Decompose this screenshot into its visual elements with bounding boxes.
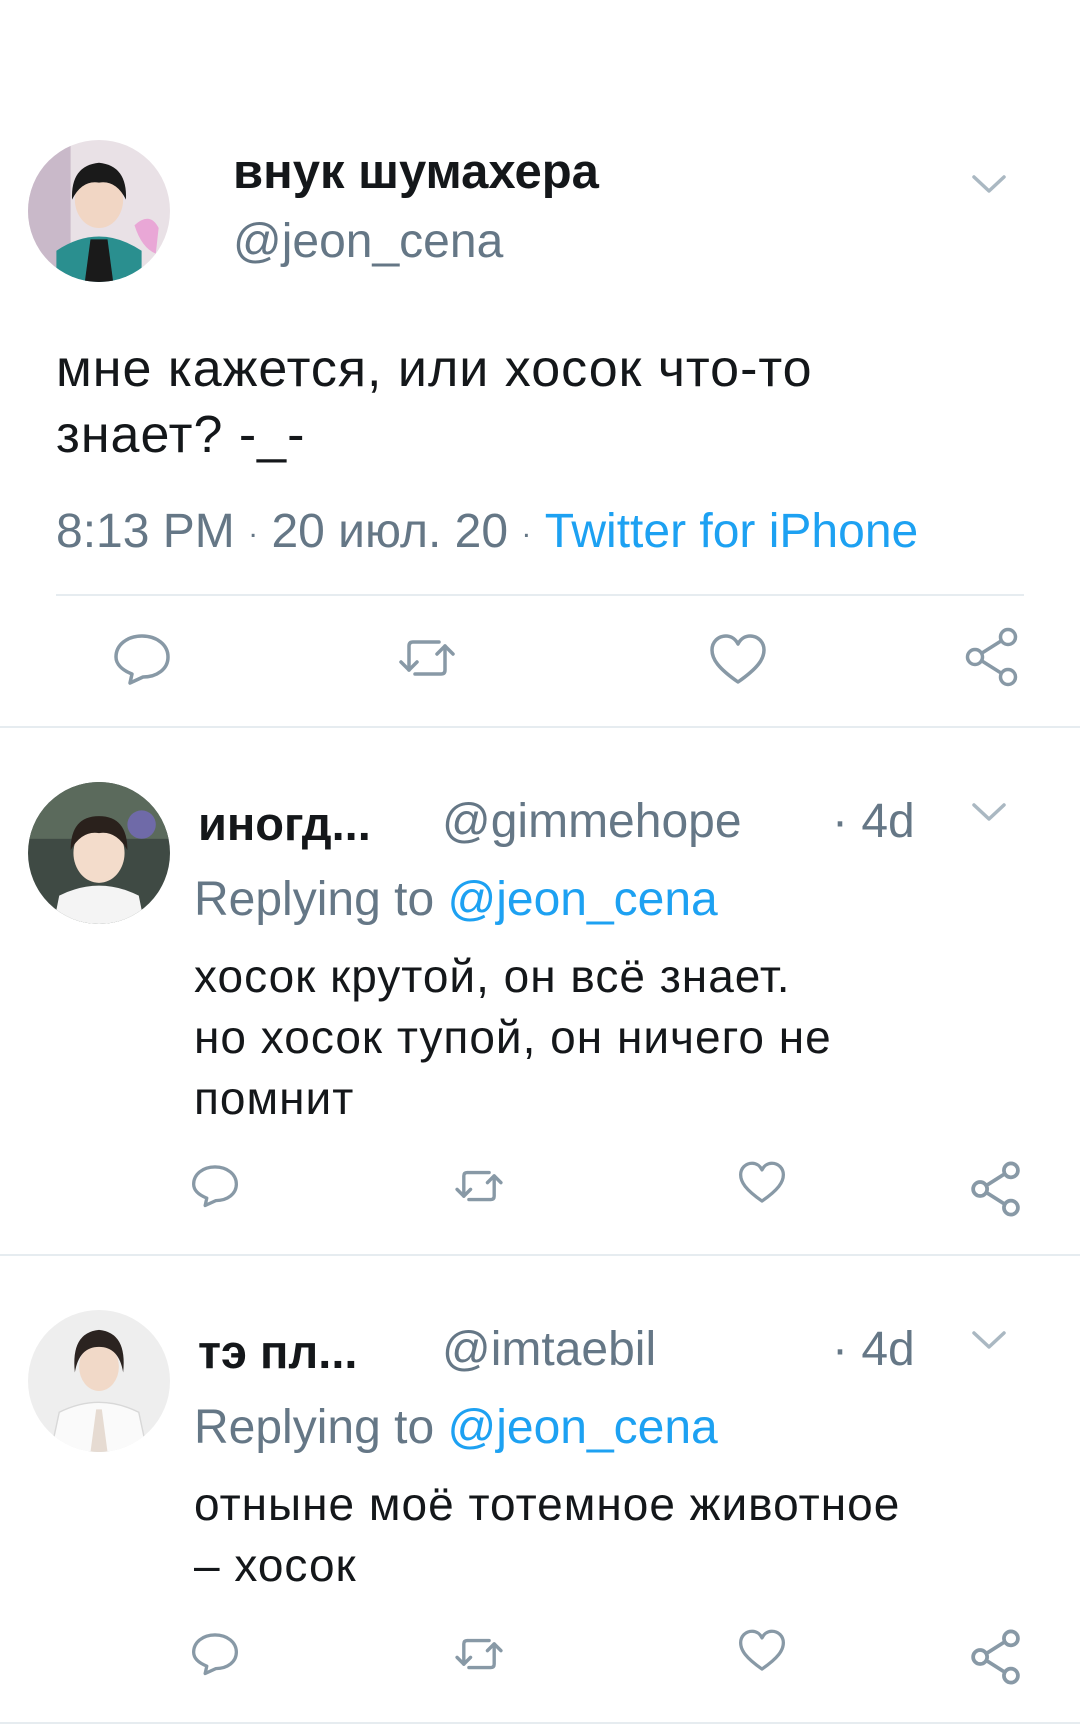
avatar-image [28, 782, 170, 924]
replying-to: Replying to @jeon_cena [194, 1400, 718, 1456]
user-handle[interactable]: @jeon_cena [233, 214, 503, 270]
share-icon [971, 1161, 1020, 1217]
reply-age: · 4d [832, 795, 915, 848]
reply-age: · 4d [832, 1323, 915, 1376]
replying-to-handle-link[interactable]: @jeon_cena [447, 873, 717, 926]
tweet-time: 8:13 PM [56, 505, 235, 558]
chevron-down-icon[interactable] [970, 172, 1008, 196]
share-button[interactable] [968, 1160, 1024, 1218]
avatar[interactable] [28, 782, 170, 924]
like-button[interactable] [737, 1160, 787, 1206]
avatar[interactable] [28, 1310, 170, 1452]
section-divider [0, 1254, 1080, 1256]
chevron-down-icon[interactable] [970, 800, 1008, 824]
retweet-button[interactable] [395, 632, 459, 684]
share-button[interactable] [968, 1628, 1024, 1686]
replying-to-handle-link[interactable]: @jeon_cena [447, 1401, 717, 1454]
speech-bubble-icon [114, 634, 170, 685]
like-button[interactable] [708, 632, 768, 688]
heart-icon [739, 1629, 785, 1671]
avatar-image [28, 1310, 170, 1452]
user-handle[interactable]: @imtaebil [442, 1322, 656, 1378]
avatar[interactable] [28, 140, 170, 282]
avatar-image [28, 140, 170, 282]
reply-button[interactable] [190, 1630, 240, 1676]
replying-to-label: Replying to [194, 873, 435, 926]
section-divider [0, 726, 1080, 728]
tweet-date: 20 июл. 20 [271, 505, 509, 558]
display-name[interactable]: тэ пл... [198, 1324, 357, 1380]
heart-icon [739, 1161, 785, 1203]
retweet-icon [455, 1638, 503, 1670]
meta-divider [56, 594, 1024, 596]
reply-text: отныне моё тотемное животное – хосок [194, 1478, 901, 1591]
tweet-source-link[interactable]: Twitter for iPhone [545, 505, 919, 558]
like-button[interactable] [737, 1628, 787, 1674]
reply-text: хосок крутой, он всё знает. но хосок туп… [194, 950, 832, 1124]
retweet-icon [399, 640, 455, 676]
retweet-button[interactable] [452, 1632, 506, 1676]
tweet-text: мне кажется, или хосок что-то знает? -_- [56, 340, 813, 464]
replying-to: Replying to @jeon_cena [194, 872, 718, 928]
user-handle[interactable]: @gimmehope [442, 794, 742, 850]
share-button[interactable] [962, 626, 1022, 688]
share-icon [965, 627, 1018, 687]
replying-to-label: Replying to [194, 1401, 435, 1454]
separator-dot: · [248, 517, 259, 551]
retweet-icon [455, 1170, 503, 1202]
reply-button[interactable] [112, 630, 172, 686]
speech-bubble-icon [192, 1633, 238, 1676]
chevron-down-icon[interactable] [970, 1328, 1008, 1352]
reply-button[interactable] [190, 1162, 240, 1208]
speech-bubble-icon [192, 1165, 238, 1208]
retweet-button[interactable] [452, 1164, 506, 1208]
separator-dot: · [521, 517, 532, 551]
heart-icon [710, 634, 766, 684]
tweet-meta: 8:13 PM · 20 июл. 20 · Twitter for iPhon… [56, 502, 918, 564]
display-name[interactable]: внук шумахера [233, 144, 599, 200]
section-divider [0, 1722, 1080, 1724]
display-name[interactable]: иногд... [198, 796, 371, 852]
share-icon [971, 1629, 1020, 1685]
